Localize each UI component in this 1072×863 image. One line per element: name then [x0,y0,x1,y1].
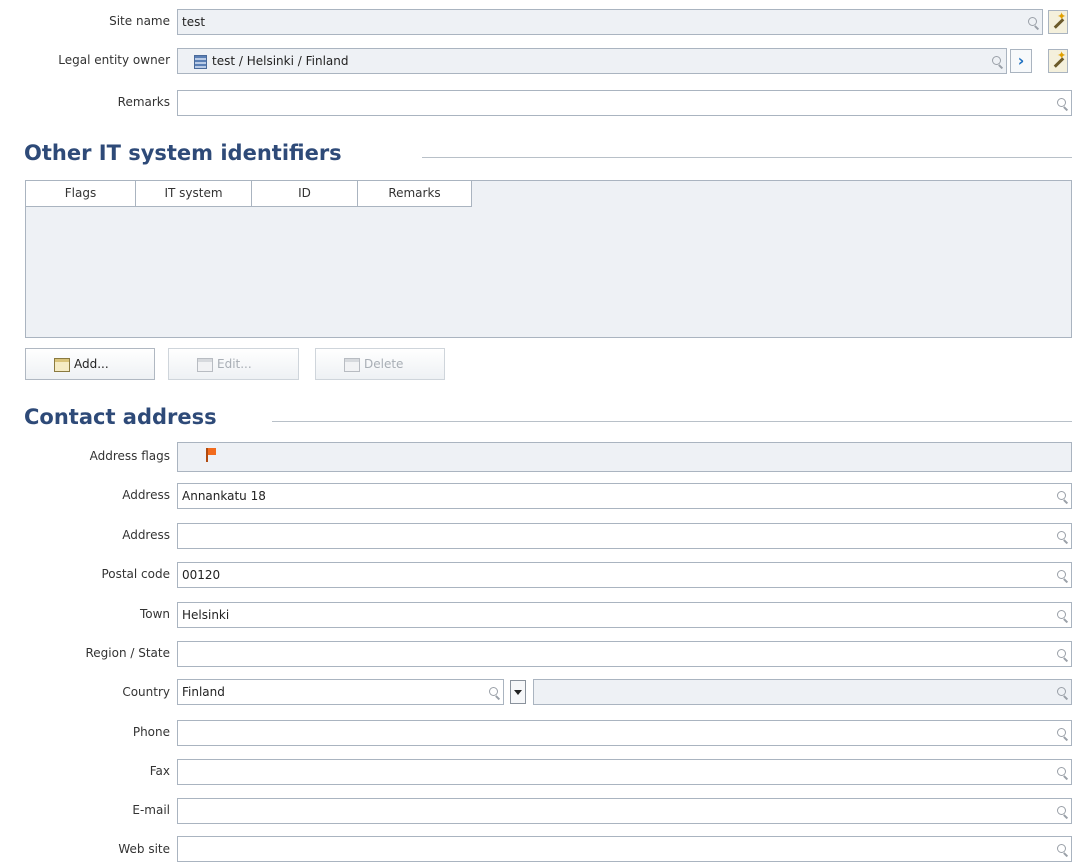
edit-button-label: Edit... [217,357,252,371]
phone-label: Phone [132,725,170,739]
postal-code-label: Postal code [101,567,170,581]
address2-field[interactable] [177,523,1072,549]
country-field[interactable]: Finland [177,679,504,705]
delete-button-label: Delete [364,357,404,371]
search-icon[interactable] [1057,806,1066,815]
site-name-label-box: Site name [0,9,170,35]
email-label-box: E-mail [0,798,170,824]
legal-entity-owner-value: test / Helsinki / Finland [212,54,349,68]
country-label-box: Country [0,680,170,706]
phone-field[interactable] [177,720,1072,746]
website-label: Web site [118,842,170,856]
wand-icon[interactable] [1048,10,1068,34]
town-label-box: Town [0,602,170,628]
search-icon[interactable] [1057,98,1066,107]
search-icon [1057,687,1066,696]
contact-address-title: Contact address [24,405,217,429]
email-label: E-mail [132,803,170,817]
address2-label: Address [122,528,170,542]
search-icon[interactable] [1028,17,1037,26]
legal-entity-owner-label-box: Legal entity owner [0,48,170,74]
site-name-field[interactable]: test [177,9,1043,35]
postal-code-label-box: Postal code [0,562,170,588]
it-identifiers-title: Other IT system identifiers [24,141,342,165]
table-delete-icon [344,358,360,372]
column-header-it-system[interactable]: IT system [136,181,252,207]
fax-label-box: Fax [0,759,170,785]
search-icon[interactable] [1057,570,1066,579]
region-field[interactable] [177,641,1072,667]
section-divider [422,157,1072,158]
phone-label-box: Phone [0,720,170,746]
search-icon[interactable] [992,56,1001,65]
legal-entity-icon [194,55,207,69]
site-name-label: Site name [109,14,170,28]
website-field[interactable] [177,836,1072,862]
town-label: Town [139,607,170,621]
address-flags-field[interactable] [177,442,1072,472]
flag-icon[interactable] [206,448,218,462]
address-flags-label-box: Address flags [0,444,170,470]
search-icon[interactable] [1057,531,1066,540]
region-label-box: Region / State [0,641,170,667]
search-icon[interactable] [1057,844,1066,853]
country-value: Finland [182,685,225,699]
address-flags-label: Address flags [89,449,170,463]
table-header: Flags IT system ID Remarks [26,181,472,207]
remarks-field[interactable] [177,90,1072,116]
legal-entity-owner-label: Legal entity owner [58,53,170,67]
search-icon[interactable] [1057,491,1066,500]
column-header-flags[interactable]: Flags [26,181,136,207]
edit-button[interactable]: Edit... [168,348,299,380]
email-field[interactable] [177,798,1072,824]
column-header-remarks[interactable]: Remarks [358,181,472,207]
address-label-box: Address [0,483,170,509]
address-label: Address [122,488,170,502]
table-add-icon [54,358,70,372]
town-value: Helsinki [182,608,230,622]
postal-code-value: 00120 [182,568,221,582]
website-label-box: Web site [0,837,170,863]
add-button-label: Add... [74,357,109,371]
search-icon[interactable] [1057,767,1066,776]
section-divider [272,421,1072,422]
table-edit-icon [197,358,213,372]
address-value: Annankatu 18 [182,489,266,503]
town-field[interactable]: Helsinki [177,602,1072,628]
fax-field[interactable] [177,759,1072,785]
add-button[interactable]: Add... [25,348,155,380]
search-icon[interactable] [1057,728,1066,737]
remarks-label: Remarks [117,95,170,109]
region-label: Region / State [85,646,170,660]
country-name-field [533,679,1072,705]
next-icon[interactable]: › [1010,49,1032,73]
it-identifiers-table[interactable]: Flags IT system ID Remarks [25,180,1072,338]
column-header-id[interactable]: ID [252,181,358,207]
search-icon[interactable] [489,687,498,696]
search-icon[interactable] [1057,610,1066,619]
country-label: Country [122,685,170,699]
address2-label-box: Address [0,523,170,549]
dropdown-arrow-icon[interactable] [510,680,526,704]
site-name-value: test [182,15,206,29]
postal-code-field[interactable]: 00120 [177,562,1072,588]
remarks-label-box: Remarks [0,90,170,116]
delete-button[interactable]: Delete [315,348,445,380]
wand-icon[interactable] [1048,49,1068,73]
address-field[interactable]: Annankatu 18 [177,483,1072,509]
search-icon[interactable] [1057,649,1066,658]
legal-entity-owner-field[interactable]: test / Helsinki / Finland [177,48,1007,74]
fax-label: Fax [149,764,170,778]
